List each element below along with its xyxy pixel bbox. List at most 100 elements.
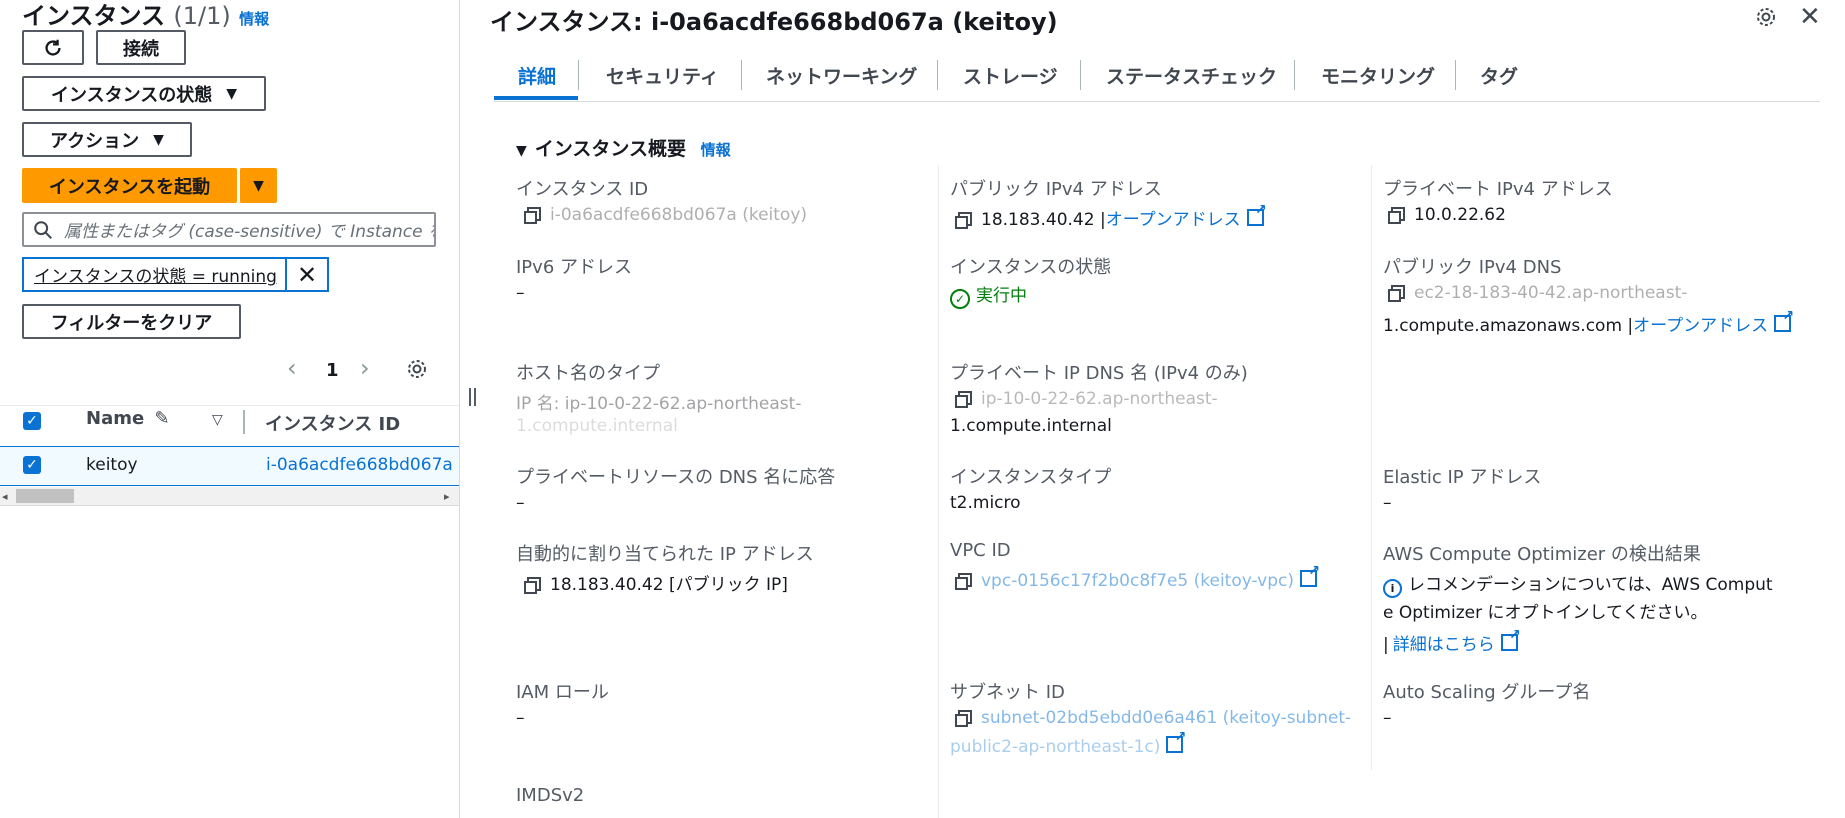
column-header-instance-id[interactable]: インスタンス ID	[265, 410, 400, 436]
instances-title: インスタンス	[22, 2, 166, 30]
instance-id-value: i-0a6acdfe668bd067a (keitoy)	[524, 205, 808, 225]
copy-icon[interactable]	[524, 207, 541, 224]
tab-separator	[1455, 60, 1456, 90]
instance-state-label: インスタンスの状態	[950, 257, 1112, 278]
row-checkbox[interactable]: ✓	[23, 456, 41, 474]
instance-type-label: インスタンスタイプ	[950, 467, 1112, 488]
connect-label: 接続	[123, 38, 159, 60]
info-link[interactable]: 情報	[239, 10, 269, 28]
success-icon: ✓	[950, 289, 970, 309]
public-ipv4-label: パブリック IPv4 アドレス	[950, 179, 1162, 200]
vpc-id-link[interactable]: vpc-0156c17f2b0c8f7e5 (keitoy-vpc)	[981, 571, 1294, 591]
refresh-button[interactable]	[22, 30, 84, 65]
sort-icon[interactable]: ▽	[212, 412, 223, 428]
horizontal-scrollbar[interactable]: ◂ ▸	[0, 487, 459, 506]
caret-down-icon: ▼	[516, 143, 527, 159]
learn-more-link[interactable]: 詳細はこちら	[1393, 635, 1495, 655]
subnet-id-link-2[interactable]: public2-ap-northeast-1c)	[950, 737, 1160, 757]
scroll-right-arrow-icon[interactable]: ▸	[444, 490, 450, 503]
public-dns-text-2: 1.compute.amazonaws.com	[1383, 316, 1623, 336]
tab-storage[interactable]: ストレージ	[963, 62, 1058, 89]
hostname-type-label: ホスト名のタイプ	[516, 363, 660, 384]
previous-page-button[interactable]: ‹	[287, 354, 297, 382]
launch-dropdown-button[interactable]: ▼	[239, 168, 277, 203]
caret-down-icon: ▼	[153, 131, 164, 148]
active-tab-indicator	[494, 96, 578, 100]
auto-ip-label: 自動的に割り当てられた IP アドレス	[516, 544, 814, 565]
details-settings-button[interactable]	[1754, 5, 1778, 34]
external-link-icon	[1500, 627, 1521, 651]
clear-filters-button[interactable]: フィルターをクリア	[22, 304, 241, 339]
tab-separator	[1080, 60, 1081, 90]
tab-tags[interactable]: タグ	[1480, 62, 1518, 89]
ipv6-value: –	[516, 283, 525, 303]
chevron-right-icon: ›	[360, 354, 370, 382]
private-dns-value-line2: 1.compute.internal	[950, 416, 1112, 436]
vpc-id-label: VPC ID	[950, 540, 1011, 561]
subnet-id-link[interactable]: subnet-02bd5ebdd0e6a461 (keitoy-subnet-	[981, 708, 1351, 728]
next-page-button[interactable]: ›	[360, 354, 370, 382]
column-name-label: Name	[86, 408, 145, 429]
copy-icon[interactable]	[955, 212, 972, 229]
scrollbar-thumb[interactable]	[16, 489, 74, 503]
select-all-checkbox[interactable]: ✓	[23, 412, 41, 430]
panel-resize-handle[interactable]	[468, 388, 478, 410]
ipv6-label: IPv6 アドレス	[516, 257, 632, 278]
subnet-id-label: サブネット ID	[950, 682, 1065, 703]
copy-icon[interactable]	[955, 573, 972, 590]
search-icon	[34, 220, 52, 239]
info-link[interactable]: 情報	[701, 141, 731, 159]
open-address-link[interactable]: オープンアドレス	[1633, 316, 1768, 336]
search-input[interactable]: 属性またはタグ (case-sensitive) で Instance を	[22, 212, 436, 247]
page-number[interactable]: 1	[326, 360, 339, 381]
tab-networking[interactable]: ネットワーキング	[766, 62, 917, 89]
private-dns-text-1: ip-10-0-22-62.ap-northeast-	[981, 389, 1218, 409]
private-ipv4-text: 10.0.22.62	[1414, 205, 1506, 225]
public-ipv4-text: 18.183.40.42	[981, 210, 1095, 230]
info-icon: i	[1383, 579, 1402, 598]
public-dns-value-line1: ec2-18-183-40-42.ap-northeast-	[1388, 283, 1687, 303]
imdsv2-label: IMDSv2	[516, 785, 585, 806]
row-instance-id-link[interactable]: i-0a6acdfe668bd067a	[266, 455, 453, 475]
instance-state-dropdown[interactable]: インスタンスの状態 ▼	[22, 76, 266, 111]
search-placeholder: 属性またはタグ (case-sensitive) で Instance を	[64, 222, 436, 242]
clear-filters-label: フィルターをクリア	[50, 312, 213, 334]
private-dns-value-line1: ip-10-0-22-62.ap-northeast-	[955, 389, 1218, 409]
copy-icon[interactable]	[955, 710, 972, 727]
copy-icon[interactable]	[524, 577, 541, 594]
copy-icon[interactable]	[1388, 207, 1405, 224]
table-settings-button[interactable]	[405, 357, 429, 386]
caret-down-icon: ▼	[226, 85, 238, 102]
copy-icon[interactable]	[1388, 285, 1405, 302]
column-divider[interactable]	[243, 410, 245, 434]
gear-icon	[408, 360, 426, 378]
details-title: インスタンス: i-0a6acdfe668bd067a (keitoy)	[490, 8, 1058, 36]
compute-optimizer-line2: e Optimizer にオプトインしてください。	[1383, 603, 1708, 623]
auto-ip-value: 18.183.40.42 [パブリック IP]	[524, 570, 788, 595]
tab-security[interactable]: セキュリティ	[606, 62, 719, 89]
auto-ip-text: 18.183.40.42 [パブリック IP]	[550, 575, 788, 595]
column-header-name[interactable]: Name ✎	[86, 408, 170, 429]
private-ipv4-label: プライベート IPv4 アドレス	[1383, 179, 1613, 200]
row-name: keitoy	[86, 455, 138, 475]
open-address-link[interactable]: オープンアドレス	[1106, 210, 1241, 230]
chevron-left-icon: ‹	[287, 354, 297, 382]
tab-separator	[937, 60, 938, 90]
instances-list-panel: インスタンス (1/1) 情報 接続 インスタンスの状態 ▼ アクション ▼ イ…	[0, 0, 460, 818]
launch-instance-button[interactable]: インスタンスを起動	[22, 168, 237, 203]
tab-details[interactable]: 詳細	[518, 62, 556, 89]
instance-summary-header[interactable]: ▼ インスタンス概要 情報	[516, 134, 731, 161]
public-dns-label: パブリック IPv4 DNS	[1383, 257, 1562, 278]
connect-button[interactable]: 接続	[96, 30, 186, 65]
column-separator	[938, 165, 939, 818]
tab-monitoring[interactable]: モニタリング	[1321, 62, 1435, 89]
filter-token: インスタンスの状態 = running	[22, 257, 287, 292]
actions-dropdown[interactable]: アクション ▼	[22, 122, 192, 157]
iam-role-value: –	[516, 708, 525, 728]
tab-status-checks[interactable]: ステータスチェック	[1106, 62, 1277, 89]
tab-separator	[741, 60, 742, 90]
copy-icon[interactable]	[955, 391, 972, 408]
scroll-left-arrow-icon[interactable]: ◂	[2, 490, 8, 503]
close-details-button[interactable]: ✕	[1799, 2, 1821, 32]
remove-filter-button[interactable]: ✕	[285, 257, 329, 292]
